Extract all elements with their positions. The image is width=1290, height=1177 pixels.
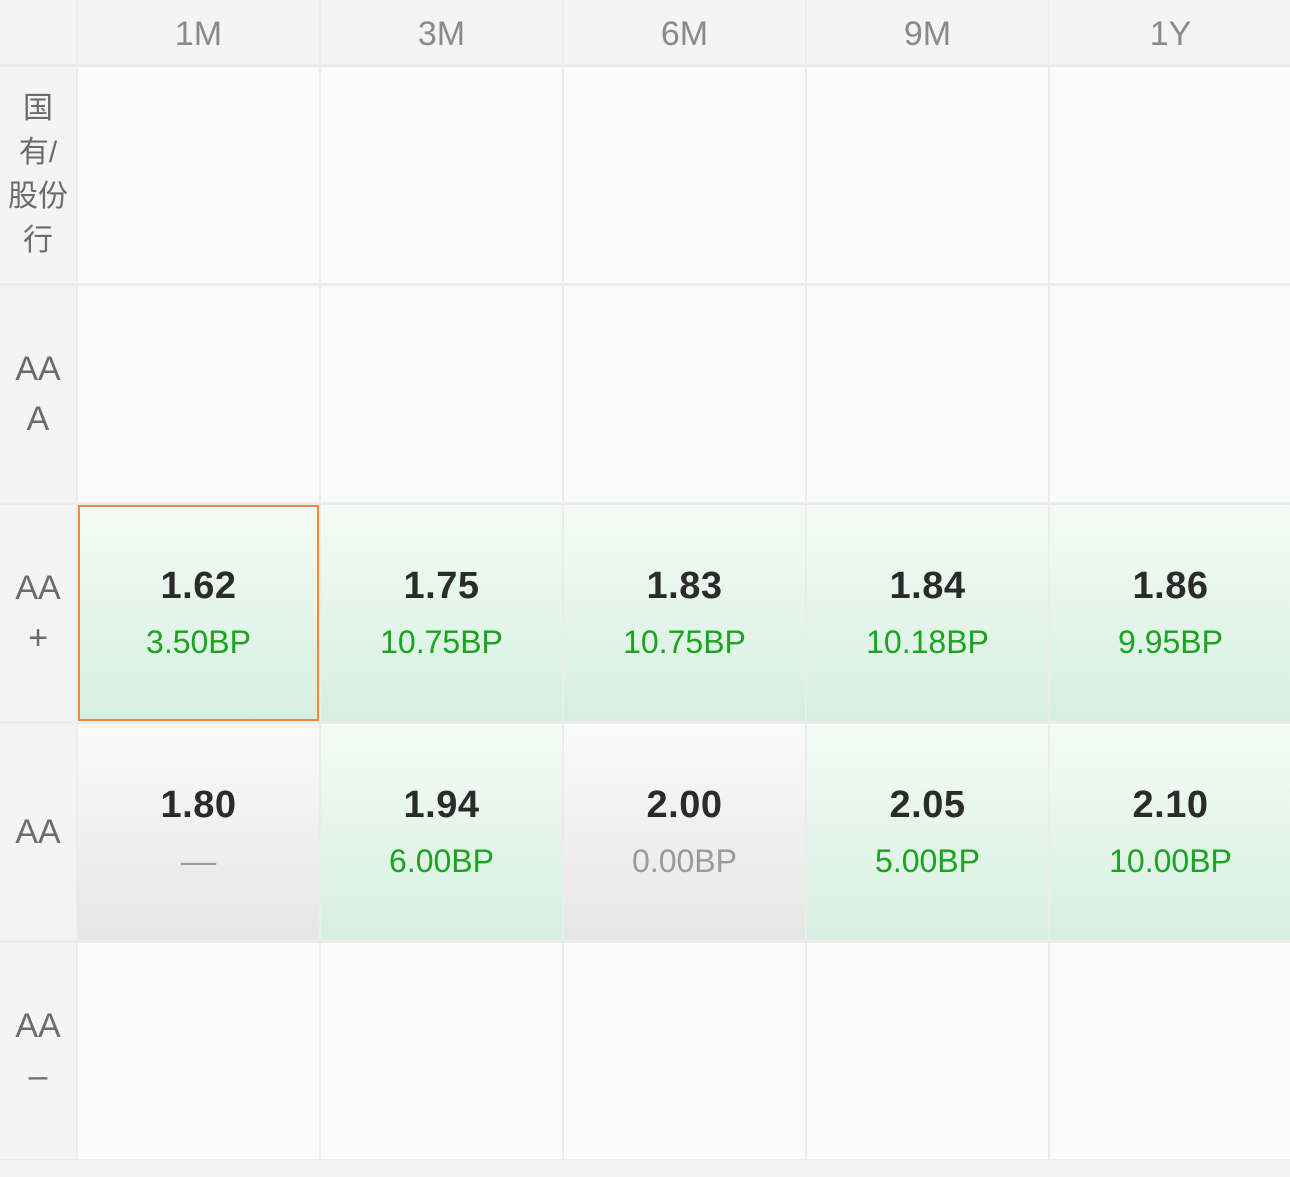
bp-change: 5.00BP: [875, 843, 980, 879]
rate-cell[interactable]: 1.86 9.95BP: [1050, 505, 1290, 721]
rate-value: 2.10: [1132, 784, 1209, 826]
empty-cell: [564, 943, 805, 1159]
row-header[interactable]: AA–: [0, 943, 76, 1159]
row-header[interactable]: AA: [0, 724, 76, 940]
column-header-1m[interactable]: 1M: [78, 0, 319, 64]
footer-strip: [0, 1160, 1290, 1177]
rate-value: 1.94: [403, 784, 480, 826]
rate-cell[interactable]: 2.05 5.00BP: [807, 724, 1048, 940]
empty-cell: [807, 67, 1048, 283]
row-header[interactable]: AAA: [0, 286, 76, 502]
column-header-3m[interactable]: 3M: [321, 0, 562, 64]
row-header-label: AA+: [15, 569, 61, 657]
empty-cell: [321, 286, 562, 502]
column-header-6m[interactable]: 6M: [564, 0, 805, 64]
empty-cell: [807, 286, 1048, 502]
rate-value: 1.62: [160, 565, 237, 607]
bp-change: 6.00BP: [389, 843, 494, 879]
row-header[interactable]: 国有/股份行: [0, 67, 76, 283]
rate-value: 1.86: [1132, 565, 1209, 607]
rate-cell[interactable]: 1.75 10.75BP: [321, 505, 562, 721]
rate-value: 2.00: [646, 784, 723, 826]
rate-cell[interactable]: 1.62 3.50BP: [78, 505, 319, 721]
bp-change: 0.00BP: [632, 843, 737, 879]
rate-matrix: 1M 3M 6M 9M 1Y 国有/股份行 AAA AA+ 1.62 3.50BP 1.75 10.7…: [0, 0, 1290, 1160]
row-header-label: 国有/股份行: [8, 92, 68, 257]
column-header-9m[interactable]: 9M: [807, 0, 1048, 64]
bp-change: 10.18BP: [866, 624, 989, 660]
empty-cell: [321, 943, 562, 1159]
rate-cell[interactable]: 1.83 10.75BP: [564, 505, 805, 721]
bp-change: ––: [180, 843, 217, 879]
rate-value: 2.05: [889, 784, 966, 826]
empty-cell: [564, 286, 805, 502]
row-header-label: AA: [15, 813, 61, 851]
bp-change: 10.75BP: [380, 624, 503, 660]
rate-cell[interactable]: 2.00 0.00BP: [564, 724, 805, 940]
column-header-1y[interactable]: 1Y: [1050, 0, 1290, 64]
empty-cell: [1050, 943, 1290, 1159]
empty-cell: [1050, 286, 1290, 502]
matrix-corner: [0, 0, 76, 64]
rate-value: 1.84: [889, 565, 966, 607]
rate-value: 1.83: [646, 565, 723, 607]
bp-change: 9.95BP: [1118, 624, 1223, 660]
bp-change: 10.00BP: [1109, 843, 1232, 879]
bp-change: 10.75BP: [623, 624, 746, 660]
empty-cell: [321, 67, 562, 283]
rate-value: 1.75: [403, 565, 480, 607]
empty-cell: [78, 67, 319, 283]
row-header-label: AAA: [15, 350, 61, 438]
empty-cell: [1050, 67, 1290, 283]
empty-cell: [564, 67, 805, 283]
rate-cell[interactable]: 1.94 6.00BP: [321, 724, 562, 940]
rate-value: 1.80: [160, 784, 237, 826]
empty-cell: [78, 286, 319, 502]
rate-cell[interactable]: 1.84 10.18BP: [807, 505, 1048, 721]
empty-cell: [807, 943, 1048, 1159]
rate-cell[interactable]: 1.80 ––: [78, 724, 319, 940]
row-header-label: AA–: [15, 1007, 61, 1095]
row-header[interactable]: AA+: [0, 505, 76, 721]
bp-change: 3.50BP: [146, 624, 251, 660]
empty-cell: [78, 943, 319, 1159]
rate-cell[interactable]: 2.10 10.00BP: [1050, 724, 1290, 940]
